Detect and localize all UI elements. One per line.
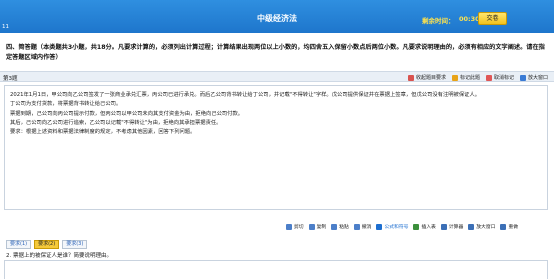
tab-requirement-3[interactable]: 要求(3) xyxy=(62,240,88,249)
paste-icon xyxy=(331,223,338,230)
question-tools: 收起题目要求 标记此题 取消标记 放大窗口 xyxy=(407,74,548,81)
calculator-icon xyxy=(440,223,447,230)
formula-icon xyxy=(376,223,383,230)
question-toolbar: 第3题 收起题目要求 标记此题 取消标记 放大窗口 xyxy=(0,71,554,82)
cut-icon xyxy=(286,223,292,230)
copy-button[interactable]: 复制 xyxy=(308,223,326,230)
answer-input-area[interactable] xyxy=(4,260,548,279)
question-content: 2021年1月1日，甲公司向乙公司签发了一张商业承兑汇票，丙公司已进行承兑。而后… xyxy=(4,85,548,210)
tab-requirement-2[interactable]: 要求(2) xyxy=(34,240,60,249)
collapse-requirements-button[interactable]: 收起题目要求 xyxy=(407,74,446,81)
tab-requirement-1[interactable]: 要求(1) xyxy=(6,240,32,249)
title-bar: 中级经济法 剩余时间： 00:30:35 交卷 11 xyxy=(0,0,554,33)
section-instructions: 四、简答题（本类题共3小题，共18分。凡要求计算的，必须列出计算过程；计算结果出… xyxy=(6,44,545,61)
content-paragraph: 要求：根据上述资料和票据法律制度的规定，不考虑其他因素，回答下列问题。 xyxy=(10,129,196,136)
sub-question-text: 2. 票据上的被保证人是谁？简要说明理由。 xyxy=(6,253,112,259)
question-number: 11 xyxy=(2,24,9,30)
zoom-icon xyxy=(519,74,526,81)
content-paragraph: 2021年1月1日，甲公司向乙公司签发了一张商业承兑汇票，丙公司已进行承兑。而后… xyxy=(10,92,481,98)
content-paragraph: 丁公司为支付货款，将票据背书转让给己公司。 xyxy=(10,101,122,108)
content-paragraph: 其后，己公司向乙公司进行追索，乙公司以记载"不得转让"为由，拒绝向其承担票据责任… xyxy=(10,119,222,126)
paste-button[interactable]: 粘贴 xyxy=(331,223,349,230)
copy-icon xyxy=(308,223,315,230)
hint-icon xyxy=(407,74,414,81)
undo-button[interactable]: 撤消 xyxy=(353,223,371,230)
timer-label: 剩余时间： xyxy=(422,17,455,25)
enlarge-icon xyxy=(468,223,475,230)
enlarge-window-button[interactable]: 放大窗口 xyxy=(468,223,495,230)
zoom-window-button[interactable]: 放大窗口 xyxy=(519,74,548,81)
table-icon xyxy=(413,223,420,230)
question-label: 第3题 xyxy=(3,76,18,82)
undo-icon xyxy=(353,223,360,230)
insert-table-button[interactable]: 插入表 xyxy=(413,223,436,230)
calculator-button[interactable]: 计算器 xyxy=(440,223,463,230)
reset-icon xyxy=(500,223,507,230)
answer-edit-toolbar: 剪切 复制 粘贴 撤消 公式和符号 插入表 计算器 放大窗口 重做 xyxy=(0,221,554,232)
unflag-icon xyxy=(485,74,492,81)
content-paragraph: 票据到期，己公司向丙公司提示付款，但丙公司以甲公司未向其支付资金为由，拒绝向己公… xyxy=(10,110,244,117)
flag-icon xyxy=(451,74,458,81)
redo-button[interactable]: 重做 xyxy=(500,223,518,230)
formula-button[interactable]: 公式和符号 xyxy=(376,223,408,230)
cut-button[interactable]: 剪切 xyxy=(286,223,304,230)
submit-exam-button[interactable]: 交卷 xyxy=(478,12,507,25)
requirement-tabs: 要求(1) 要求(2) 要求(3) xyxy=(6,240,88,249)
flag-question-button[interactable]: 标记此题 xyxy=(451,74,480,81)
unflag-question-button[interactable]: 取消标记 xyxy=(485,74,514,81)
